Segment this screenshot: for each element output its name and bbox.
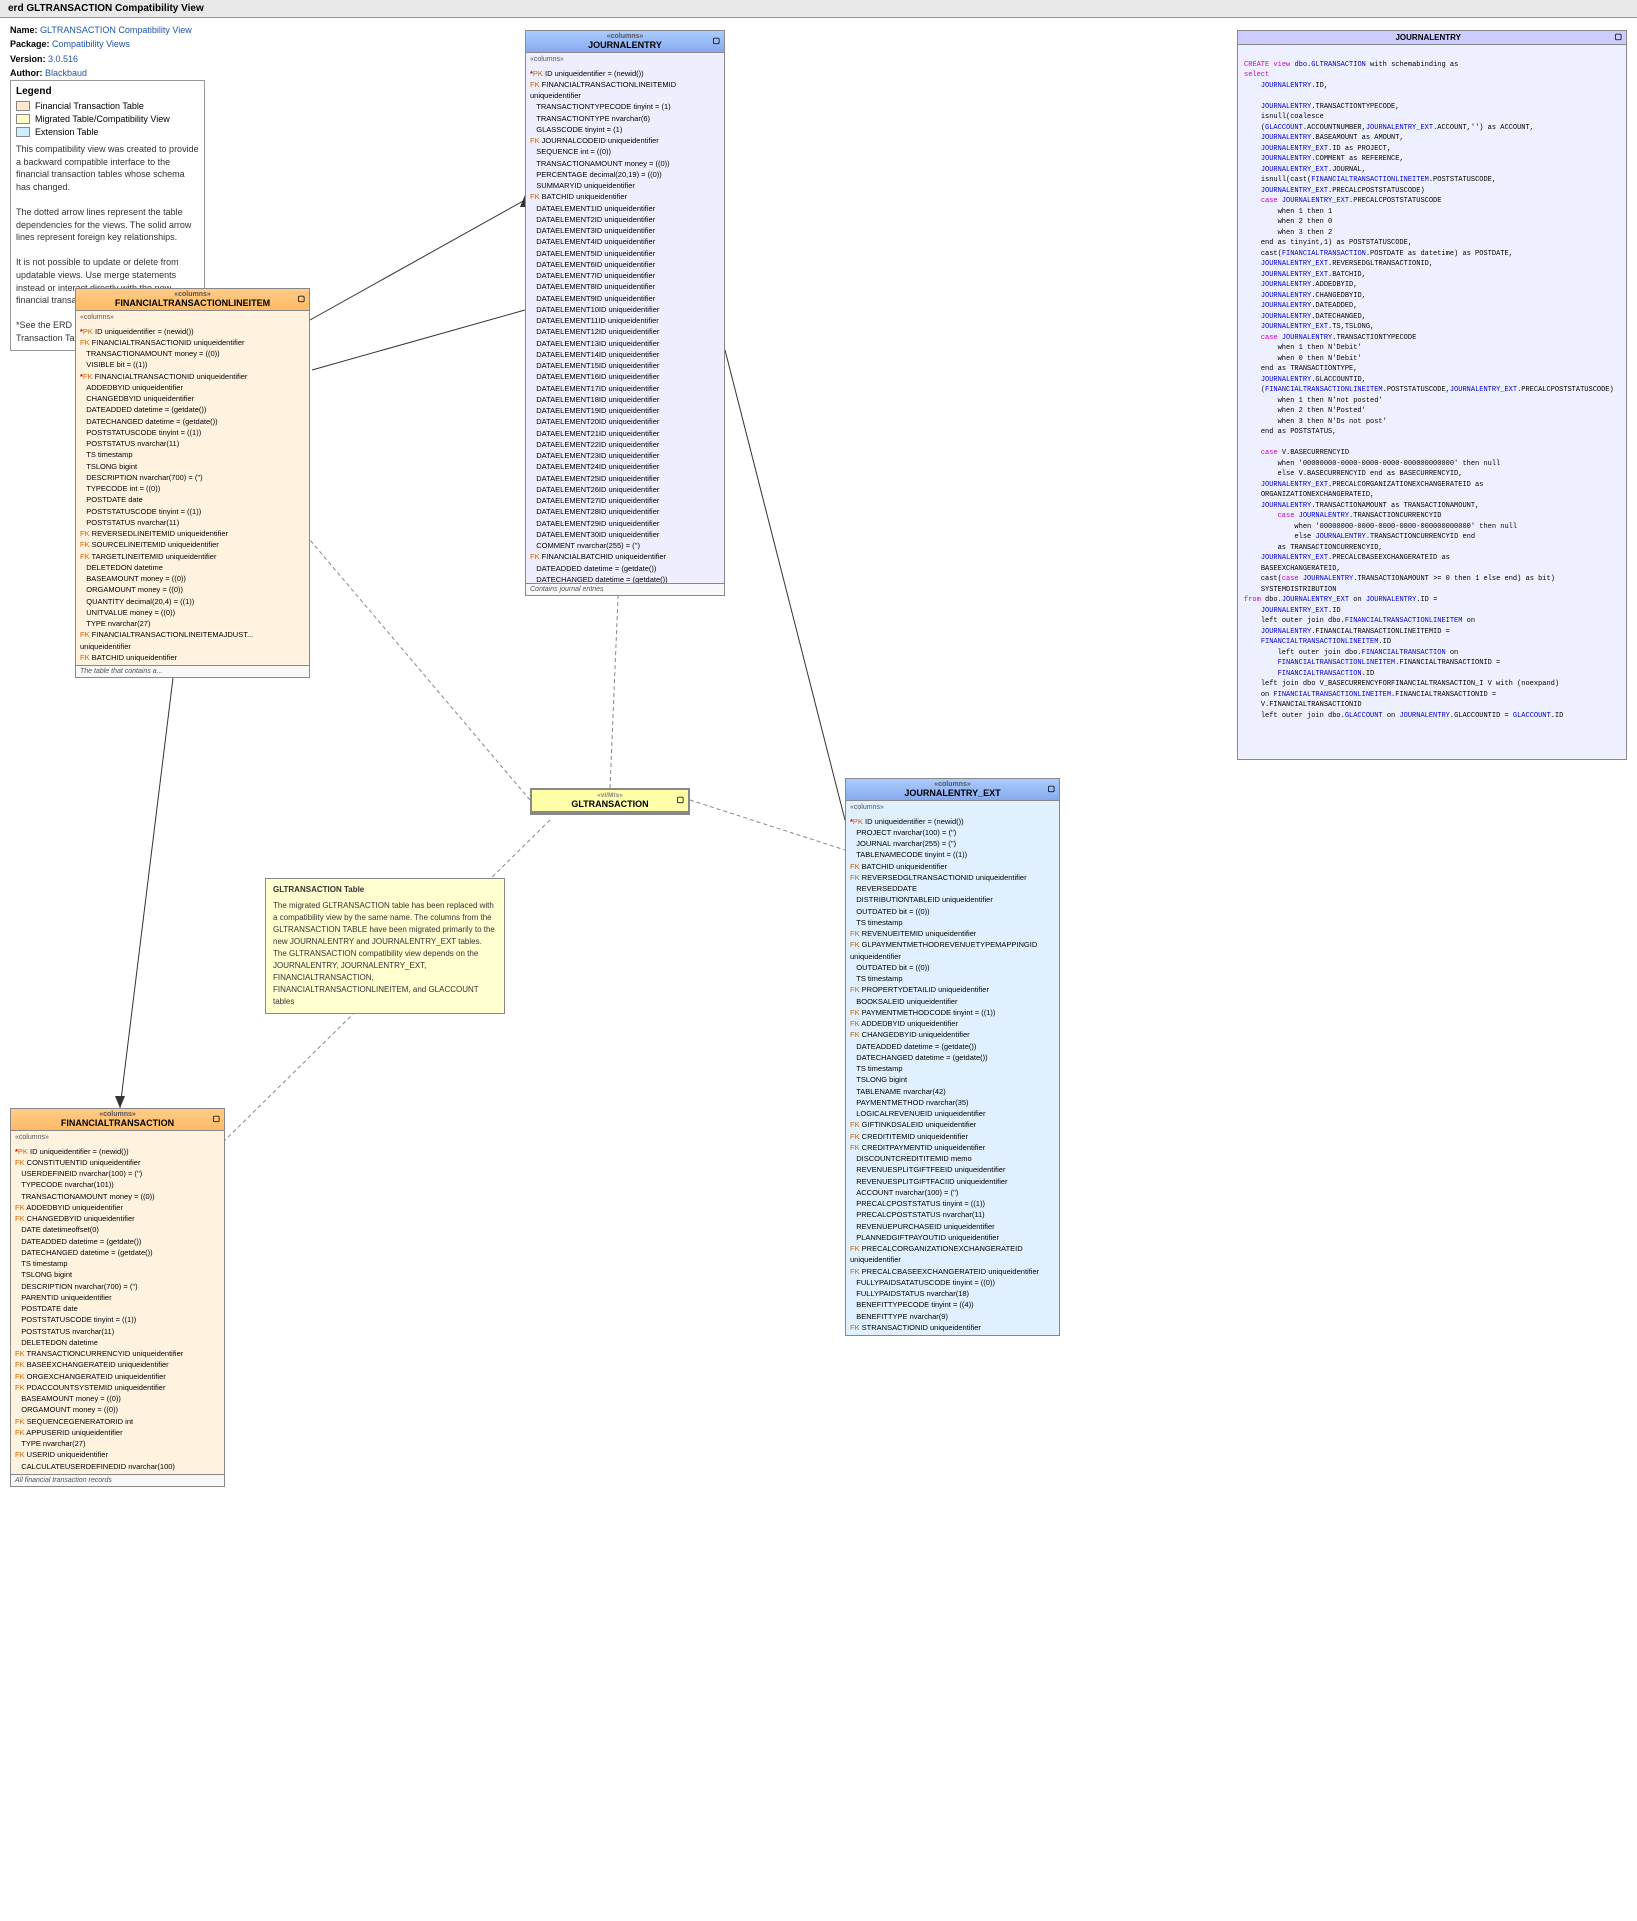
legend-item-migrated: Migrated Table/Compatibility View [16, 114, 199, 124]
legend-color-migrated [16, 114, 30, 124]
sql-panel-expand[interactable]: ▢ [1614, 32, 1622, 41]
entity-ftli: «columns» FINANCIALTRANSACTIONLINEITEM ▢… [75, 288, 310, 678]
legend-color-financial [16, 101, 30, 111]
legend-color-extension [16, 127, 30, 137]
entity-ftli-header: «columns» FINANCIALTRANSACTIONLINEITEM ▢ [76, 289, 309, 311]
entity-je-ext-expand[interactable]: ▢ [1047, 784, 1055, 793]
sql-header: JOURNALENTRY ▢ [1238, 31, 1626, 45]
entity-journalentry: «columns» JOURNALENTRY ▢ «columns» *PK I… [525, 30, 725, 596]
legend-item-extension: Extension Table [16, 127, 199, 137]
legend-label-migrated: Migrated Table/Compatibility View [35, 114, 170, 124]
note-gltransaction: GLTRANSACTION Table The migrated GLTRANS… [265, 878, 505, 1014]
entity-journalentry-columns: «columns» *PK ID uniqueidentifier = (new… [526, 53, 724, 583]
entity-fin-trans-title: FINANCIALTRANSACTION [15, 1118, 220, 1128]
entity-journalentry-header: «columns» JOURNALENTRY ▢ [526, 31, 724, 53]
window-title: erd GLTRANSACTION Compatibility View [8, 3, 204, 14]
legend-title: Legend [16, 86, 199, 97]
entity-gltransaction-expand[interactable]: ▢ [676, 795, 684, 804]
entity-journalentry-ext: «columns» JOURNALENTRY_EXT ▢ «columns» *… [845, 778, 1060, 1336]
entity-je-ext-columns: «columns» *PK ID uniqueidentifier = (new… [846, 801, 1059, 1335]
note-title: GLTRANSACTION Table [273, 884, 497, 896]
entity-financialtransaction: «columns» FINANCIALTRANSACTION ▢ «column… [10, 1108, 225, 1487]
entity-journalentry-footer: Contains journal entries [526, 583, 724, 595]
entity-je-ext-title: JOURNALENTRY_EXT [850, 788, 1055, 798]
entity-journalentry-expand[interactable]: ▢ [712, 36, 720, 45]
entity-ftli-footer: The table that contains a... [76, 665, 309, 677]
sql-panel: JOURNALENTRY ▢ CREATE view dbo.GLTRANSAC… [1237, 30, 1627, 760]
entity-journalentry-title: JOURNALENTRY [530, 40, 720, 50]
entity-fin-trans-footer: All financial transaction records [11, 1474, 224, 1486]
entity-je-ext-header: «columns» JOURNALENTRY_EXT ▢ [846, 779, 1059, 801]
note-text: The migrated GLTRANSACTION table has bee… [273, 900, 497, 1008]
sql-content[interactable]: CREATE view dbo.GLTRANSACTION with schem… [1238, 45, 1626, 751]
legend-label-financial: Financial Transaction Table [35, 101, 144, 111]
legend-label-extension: Extension Table [35, 127, 98, 137]
entity-ftli-expand[interactable]: ▢ [297, 294, 305, 303]
legend-item-financial: Financial Transaction Table [16, 101, 199, 111]
entity-fin-trans-expand[interactable]: ▢ [212, 1114, 220, 1123]
window-title-bar: erd GLTRANSACTION Compatibility View [0, 0, 1637, 18]
entity-ftli-columns: «columns» *PK ID uniqueidentifier = (new… [76, 311, 309, 665]
entity-ftli-title: FINANCIALTRANSACTIONLINEITEM [80, 298, 305, 308]
entity-fin-trans-header: «columns» FINANCIALTRANSACTION ▢ [11, 1109, 224, 1131]
entity-gltransaction-header: «vI/Mts» GLTRANSACTION ▢ [532, 790, 688, 813]
entity-gltransaction-title: GLTRANSACTION [536, 799, 684, 809]
entity-fin-trans-columns: «columns» *PK ID uniqueidentifier = (new… [11, 1131, 224, 1474]
entity-gltransaction: «vI/Mts» GLTRANSACTION ▢ [530, 788, 690, 815]
